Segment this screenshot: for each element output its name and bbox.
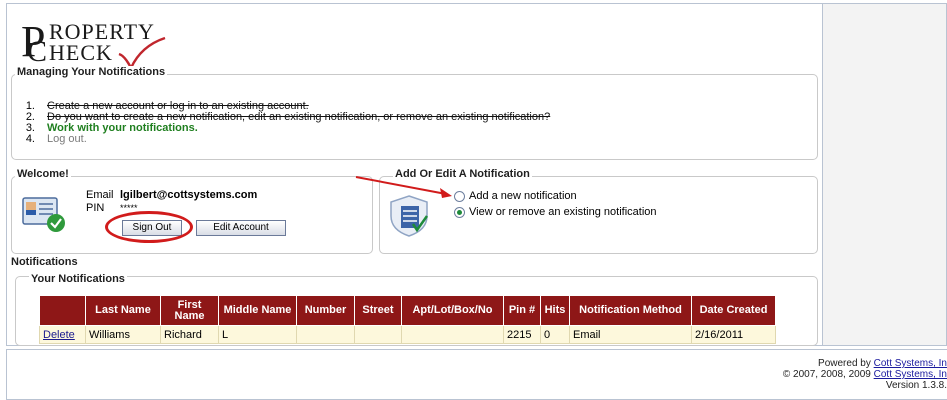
hits-cell: 0 (540, 325, 570, 344)
middle-name-cell: L (218, 325, 297, 344)
user-card-icon (22, 197, 65, 232)
street-cell (354, 325, 402, 344)
email-label: Email (86, 189, 114, 201)
notifications-table: Last Name First Name Middle Name Number … (39, 295, 776, 344)
footer-text: Powered by Cott Systems, In © 2007, 2008… (687, 358, 947, 391)
steps-list: 1. Create a new account or log in to an e… (21, 101, 550, 145)
logo-line2: HECK (49, 40, 113, 65)
checkmark-icon (118, 36, 166, 70)
delete-link[interactable]: Delete (43, 329, 75, 341)
col-pin: Pin # (503, 295, 541, 326)
footer-panel: Powered by Cott Systems, In © 2007, 2008… (6, 349, 947, 400)
col-first-name: First Name (160, 295, 219, 326)
step-4: 4. Log out. (25, 133, 87, 145)
first-name-cell: Richard (160, 325, 219, 344)
method-cell: Email (569, 325, 692, 344)
copyright-link[interactable]: Cott Systems, In (874, 369, 947, 380)
notifications-title: Notifications (9, 256, 80, 268)
edit-account-button[interactable]: Edit Account (196, 220, 286, 236)
property-check-logo: P C ROPERTY HECK (21, 18, 181, 70)
date-cell: 2/16/2011 (691, 325, 776, 344)
copyright-line: © 2007, 2008, 2009 Cott Systems, In (782, 369, 947, 380)
powered-by-line: Powered by Cott Systems, In (818, 358, 947, 369)
pin-label: PIN (86, 202, 105, 214)
col-notification-method: Notification Method (569, 295, 692, 326)
step-4-text: Log out. (47, 133, 87, 145)
delete-cell: Delete (39, 325, 86, 344)
step-3: 3. Work with your notifications. (25, 122, 198, 134)
col-date-created: Date Created (691, 295, 776, 326)
table-row: Delete Williams Richard L 2215 0 Email 2… (39, 325, 776, 344)
main-panel: P C ROPERTY HECK Managing Your Notificat… (6, 3, 823, 346)
col-number: Number (296, 295, 355, 326)
table-header-row: Last Name First Name Middle Name Number … (39, 295, 776, 326)
col-action (39, 295, 86, 326)
col-last-name: Last Name (85, 295, 161, 326)
col-street: Street (354, 295, 402, 326)
pin-cell: 2215 (503, 325, 541, 344)
sign-out-highlight-circle (105, 211, 193, 243)
last-name-cell: Williams (85, 325, 161, 344)
col-apt: Apt/Lot/Box/No (401, 295, 504, 326)
col-hits: Hits (540, 295, 570, 326)
powered-by-link[interactable]: Cott Systems, In (874, 358, 947, 369)
managing-title: Managing Your Notifications (15, 66, 168, 78)
side-panel (823, 3, 947, 346)
welcome-title: Welcome! (15, 168, 71, 180)
red-arrow-annotation (355, 176, 452, 198)
radio-view-remove-label[interactable]: View or remove an existing notification (469, 206, 657, 218)
radio-add-new-label[interactable]: Add a new notification (469, 190, 577, 202)
radio-view-remove[interactable] (454, 207, 465, 218)
apt-cell (401, 325, 504, 344)
col-middle-name: Middle Name (218, 295, 297, 326)
your-notifications-title: Your Notifications (29, 273, 127, 285)
email-value: lgilbert@cottsystems.com (120, 189, 258, 201)
page-frame: P C ROPERTY HECK Managing Your Notificat… (0, 0, 947, 400)
version-text: Version 1.3.8. (885, 380, 947, 391)
number-cell (296, 325, 355, 344)
